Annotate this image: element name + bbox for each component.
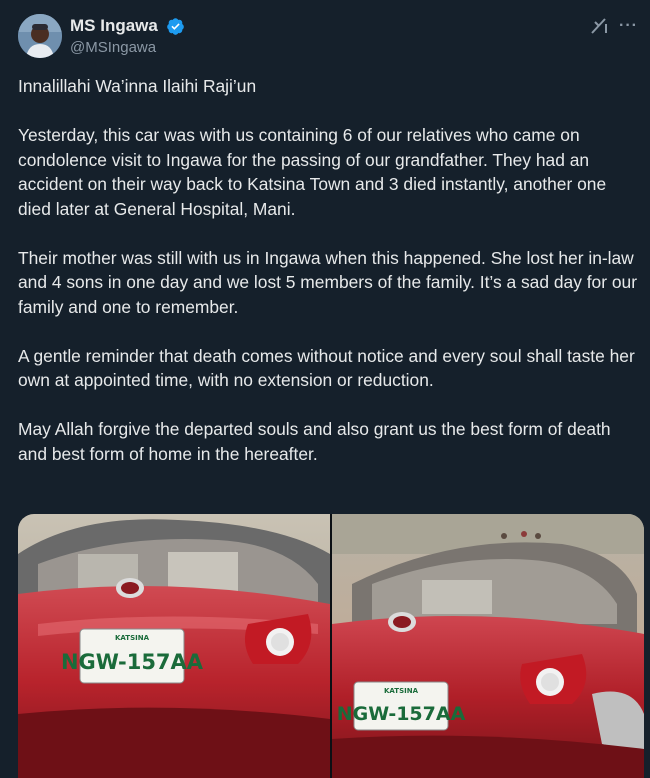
photo-car-rear-1[interactable]: KATSINA NGW-157AA	[18, 514, 330, 778]
avatar[interactable]	[18, 14, 62, 58]
tweet-paragraph: Their mother was still with us in Ingawa…	[18, 247, 637, 317]
tweet-header: MS Ingawa @MSIngawa ···	[18, 14, 638, 62]
verified-badge-icon	[167, 17, 185, 35]
plate-state: KATSINA	[115, 634, 150, 642]
tweet-text: Innalillahi Wa’inna Ilaihi Raji’un Yeste…	[18, 74, 643, 491]
plate-state: KATSINA	[384, 687, 419, 695]
handle[interactable]: @MSIngawa	[70, 39, 185, 56]
tweet-paragraph: May Allah forgive the departed souls and…	[18, 419, 611, 464]
grok-icon[interactable]	[589, 16, 609, 36]
author-names: MS Ingawa @MSIngawa	[70, 16, 185, 56]
tweet-paragraph: Innalillahi Wa’inna Ilaihi Raji’un	[18, 76, 257, 96]
tweet-paragraph: Yesterday, this car was with us containi…	[18, 125, 607, 219]
display-name[interactable]: MS Ingawa	[70, 16, 158, 36]
photo-car-rear-2[interactable]: KATSINA NGW-157AA	[332, 514, 644, 778]
plate-number: NGW-157AA	[337, 703, 466, 725]
more-icon[interactable]: ···	[619, 17, 638, 35]
media-grid: KATSINA NGW-157AA KATSINA NGW-157AA	[18, 514, 644, 778]
tweet-actions: ···	[589, 16, 638, 36]
plate-number: NGW-157AA	[61, 650, 204, 674]
tweet-paragraph: A gentle reminder that death comes witho…	[18, 345, 635, 391]
